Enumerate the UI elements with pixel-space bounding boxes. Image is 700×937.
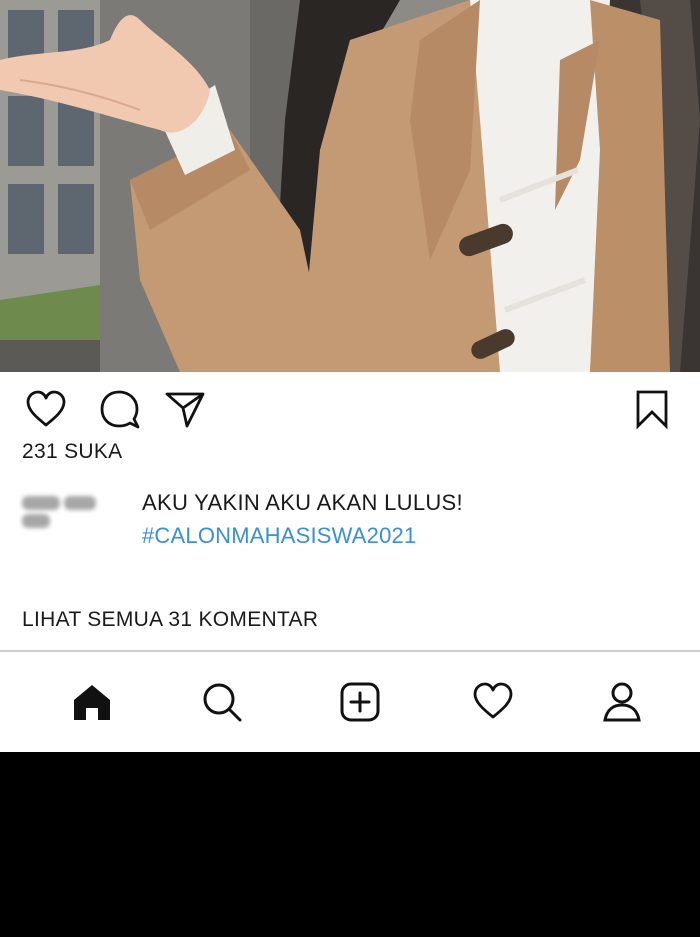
send-icon[interactable] (163, 388, 207, 432)
empty-panel-area (0, 752, 700, 937)
bottom-nav-bar (0, 650, 700, 752)
home-icon[interactable] (70, 680, 114, 724)
heart-icon[interactable] (24, 388, 68, 432)
post-card: 231 SUKA AKU YAKIN AKU AKAN LULUS! #CALO… (0, 372, 700, 650)
hashtag-link[interactable]: #CALONMAHASISWA2021 (142, 523, 416, 549)
post-image[interactable] (0, 0, 700, 372)
likes-count[interactable]: 231 SUKA (22, 440, 122, 464)
activity-heart-icon[interactable] (471, 680, 515, 724)
post-image-illustration (0, 0, 700, 372)
post-caption: AKU YAKIN AKU AKAN LULUS! (142, 490, 463, 515)
search-icon[interactable] (200, 680, 244, 724)
profile-icon[interactable] (600, 680, 644, 724)
username[interactable] (22, 496, 130, 528)
comment-icon[interactable] (98, 388, 142, 432)
add-post-icon[interactable] (338, 680, 382, 724)
bookmark-icon[interactable] (630, 388, 674, 432)
view-comments-link[interactable]: LIHAT SEMUA 31 KOMENTAR (22, 608, 318, 632)
